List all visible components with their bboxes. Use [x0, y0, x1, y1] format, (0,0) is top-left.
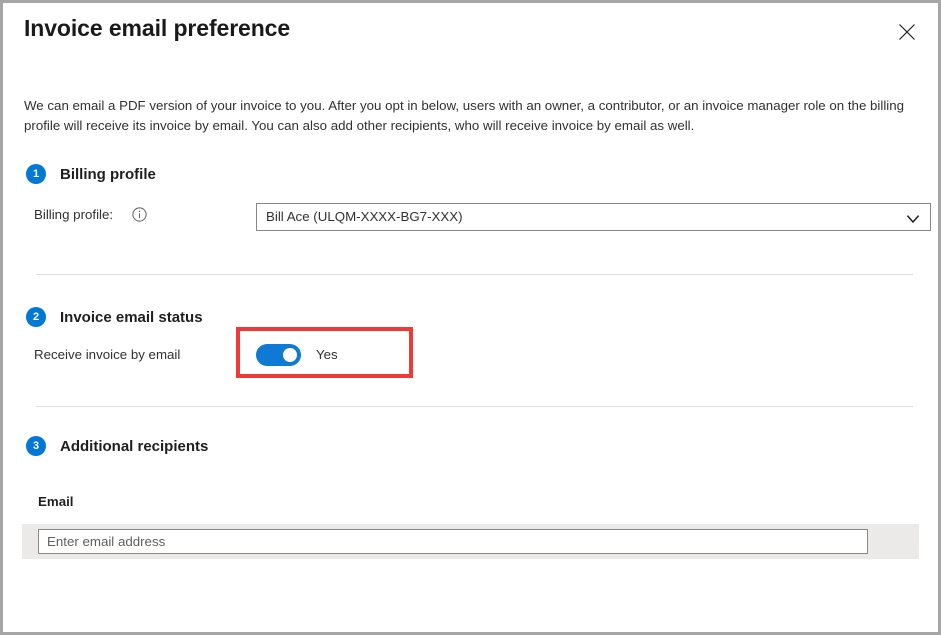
billing-profile-select[interactable]: Bill Ace (ULQM-XXXX-BG7-XXX) — [256, 203, 931, 231]
billing-profile-label: Billing profile: — [34, 207, 113, 222]
section-header-additional-recipients: 3 Additional recipients — [26, 436, 208, 456]
section-divider-1 — [36, 274, 913, 275]
description-text: We can email a PDF version of your invoi… — [24, 96, 916, 136]
billing-profile-select-value: Bill Ace (ULQM-XXXX-BG7-XXX) — [266, 209, 463, 224]
close-icon — [898, 23, 916, 41]
toggle-state-text: Yes — [316, 347, 338, 362]
toggle-knob — [283, 348, 297, 362]
step-badge-2: 2 — [26, 307, 46, 327]
invoice-email-preference-panel: Invoice email preference We can email a … — [0, 0, 941, 635]
info-icon[interactable] — [132, 207, 147, 222]
section-header-invoice-email-status: 2 Invoice email status — [26, 307, 203, 327]
email-column-header: Email — [38, 494, 73, 509]
chevron-down-icon — [906, 212, 920, 224]
page-title: Invoice email preference — [24, 15, 290, 42]
step-badge-1: 1 — [26, 164, 46, 184]
email-input-row — [22, 524, 919, 559]
section-header-billing-profile: 1 Billing profile — [26, 164, 156, 184]
section-title-additional-recipients: Additional recipients — [60, 438, 208, 455]
receive-invoice-label: Receive invoice by email — [34, 347, 180, 362]
billing-profile-row: Billing profile: Bill Ace (ULQM-XXXX-BG7… — [34, 203, 914, 231]
step-badge-3: 3 — [26, 436, 46, 456]
panel-header: Invoice email preference — [3, 3, 938, 65]
receive-invoice-toggle[interactable] — [256, 344, 301, 366]
close-button[interactable] — [890, 15, 924, 49]
section-title-invoice-email-status: Invoice email status — [60, 309, 203, 326]
section-divider-2 — [36, 406, 913, 407]
email-input[interactable] — [38, 529, 868, 554]
section-title-billing-profile: Billing profile — [60, 166, 156, 183]
